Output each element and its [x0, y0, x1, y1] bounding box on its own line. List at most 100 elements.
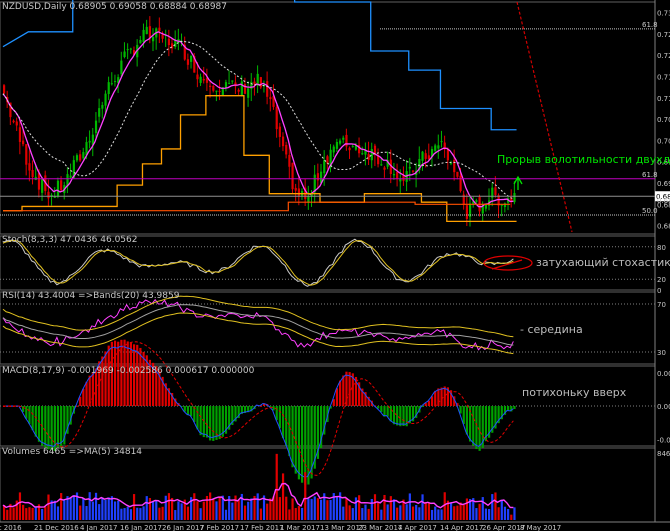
macd-histogram-bar — [472, 406, 475, 446]
macd-tick-label: 0.007 — [657, 370, 670, 378]
candle-body — [500, 204, 503, 206]
macd-histogram-bar — [190, 406, 193, 417]
time-tick-label: 14 Apr 2017 — [440, 524, 483, 531]
macd-histogram-bar — [212, 406, 215, 441]
candle-body — [361, 153, 364, 155]
candle-body — [456, 171, 459, 177]
candle-body — [297, 188, 301, 196]
volume-bar — [142, 506, 145, 520]
candle-body — [348, 147, 351, 151]
volume-bar — [370, 498, 373, 520]
volume-bar — [110, 496, 113, 520]
volume-bar — [202, 501, 205, 520]
candle-body — [104, 93, 107, 106]
mt4-chart-window[interactable]: 61.861.850.00.689870.7330.7280.7230.7180… — [0, 0, 670, 531]
candle-body — [186, 59, 190, 65]
macd-histogram-bar — [199, 406, 202, 436]
volume-bar — [136, 507, 139, 520]
volume-bar — [164, 495, 167, 520]
macd-histogram-bar — [28, 406, 31, 425]
volume-bar — [12, 507, 15, 520]
volume-bar — [22, 504, 25, 520]
volume-bar — [459, 502, 462, 520]
volume-bar — [367, 508, 370, 520]
volume-bar — [269, 498, 272, 520]
volume-bar — [329, 500, 332, 520]
macd-histogram-bar — [101, 356, 104, 406]
volume-bar — [91, 501, 94, 520]
volume-bar — [415, 504, 418, 520]
candle-body — [75, 155, 79, 161]
macd-tick-label: 0.00 — [657, 403, 670, 411]
candle-body — [247, 88, 250, 98]
volume-bar — [351, 508, 354, 520]
candle-body — [253, 81, 256, 85]
volume-bar — [82, 498, 85, 520]
volume-bar — [44, 506, 47, 520]
candle-body — [110, 83, 113, 85]
candle-body — [411, 170, 415, 172]
price-panel-title: NZDUSD,Daily 0.68905 0.69058 0.68884 0.6… — [2, 2, 227, 12]
candle-body — [475, 200, 478, 202]
rsi-annotation: - середина — [520, 323, 583, 336]
chart-canvas[interactable]: 61.861.850.00.689870.7330.7280.7230.7180… — [0, 0, 670, 531]
volume-bar — [497, 507, 500, 520]
candle-body — [202, 79, 205, 81]
volume-panel-title: Volumes 6465 =>MA(5) 34814 — [2, 447, 142, 457]
volume-bar — [250, 498, 253, 520]
volume-bar — [85, 506, 88, 520]
time-tick-label: 26 Jan 2017 — [162, 524, 204, 531]
volume-bar — [193, 493, 196, 520]
stoch-signal-line — [2, 239, 514, 286]
candle-body — [240, 81, 243, 96]
volume-bar — [408, 493, 411, 520]
trend-line — [516, 1, 573, 233]
volume-bar — [281, 473, 285, 520]
fib-level-label: 50.0 — [642, 207, 658, 215]
candle-body — [199, 76, 202, 83]
candle-body — [256, 73, 259, 85]
candle-body — [392, 174, 396, 176]
time-tick-label: 21 Dec 2016 — [34, 524, 79, 531]
volume-bar — [424, 502, 427, 520]
volume-bar — [411, 506, 415, 520]
candle-body — [351, 146, 354, 148]
candle-body — [15, 121, 18, 126]
candle-body — [342, 137, 345, 140]
macd-histogram-bar — [475, 406, 478, 450]
candle-body — [434, 145, 437, 151]
volume-bar — [132, 494, 136, 520]
candle-body — [243, 84, 247, 94]
candle-body — [453, 159, 456, 173]
candle-body — [94, 120, 98, 134]
volume-bar — [377, 502, 380, 520]
volume-bar — [484, 508, 488, 520]
time-tick-label: 1 Mar 2017 — [280, 524, 320, 531]
volume-bar — [101, 497, 104, 520]
volume-bar — [129, 509, 132, 520]
price-tick-label: 0.688 — [657, 201, 670, 209]
volume-bar — [117, 500, 120, 520]
candle-body — [196, 74, 199, 80]
volume-bar — [196, 501, 199, 520]
macd-histogram-bar — [386, 406, 389, 417]
macd-histogram-bar — [294, 406, 297, 474]
volume-bar — [256, 493, 259, 520]
candle-body — [60, 180, 63, 191]
macd-histogram-bar — [34, 406, 37, 437]
volume-bar — [392, 499, 396, 520]
price-tick-label: 0.708 — [657, 116, 670, 124]
candle-body — [266, 81, 269, 97]
volume-bar — [396, 507, 399, 520]
volume-bar — [418, 507, 421, 520]
volume-bar — [361, 508, 364, 520]
candle-body — [424, 153, 427, 159]
candle-body — [294, 187, 297, 191]
price-tick-label: 0.703 — [657, 137, 670, 145]
volume-bar — [31, 507, 34, 520]
time-tick-label: 7 Feb 2017 — [200, 524, 239, 531]
volume-bar — [494, 492, 497, 520]
macd-histogram-bar — [91, 372, 94, 406]
macd-histogram-bar — [430, 396, 434, 406]
candle-body — [323, 160, 326, 174]
